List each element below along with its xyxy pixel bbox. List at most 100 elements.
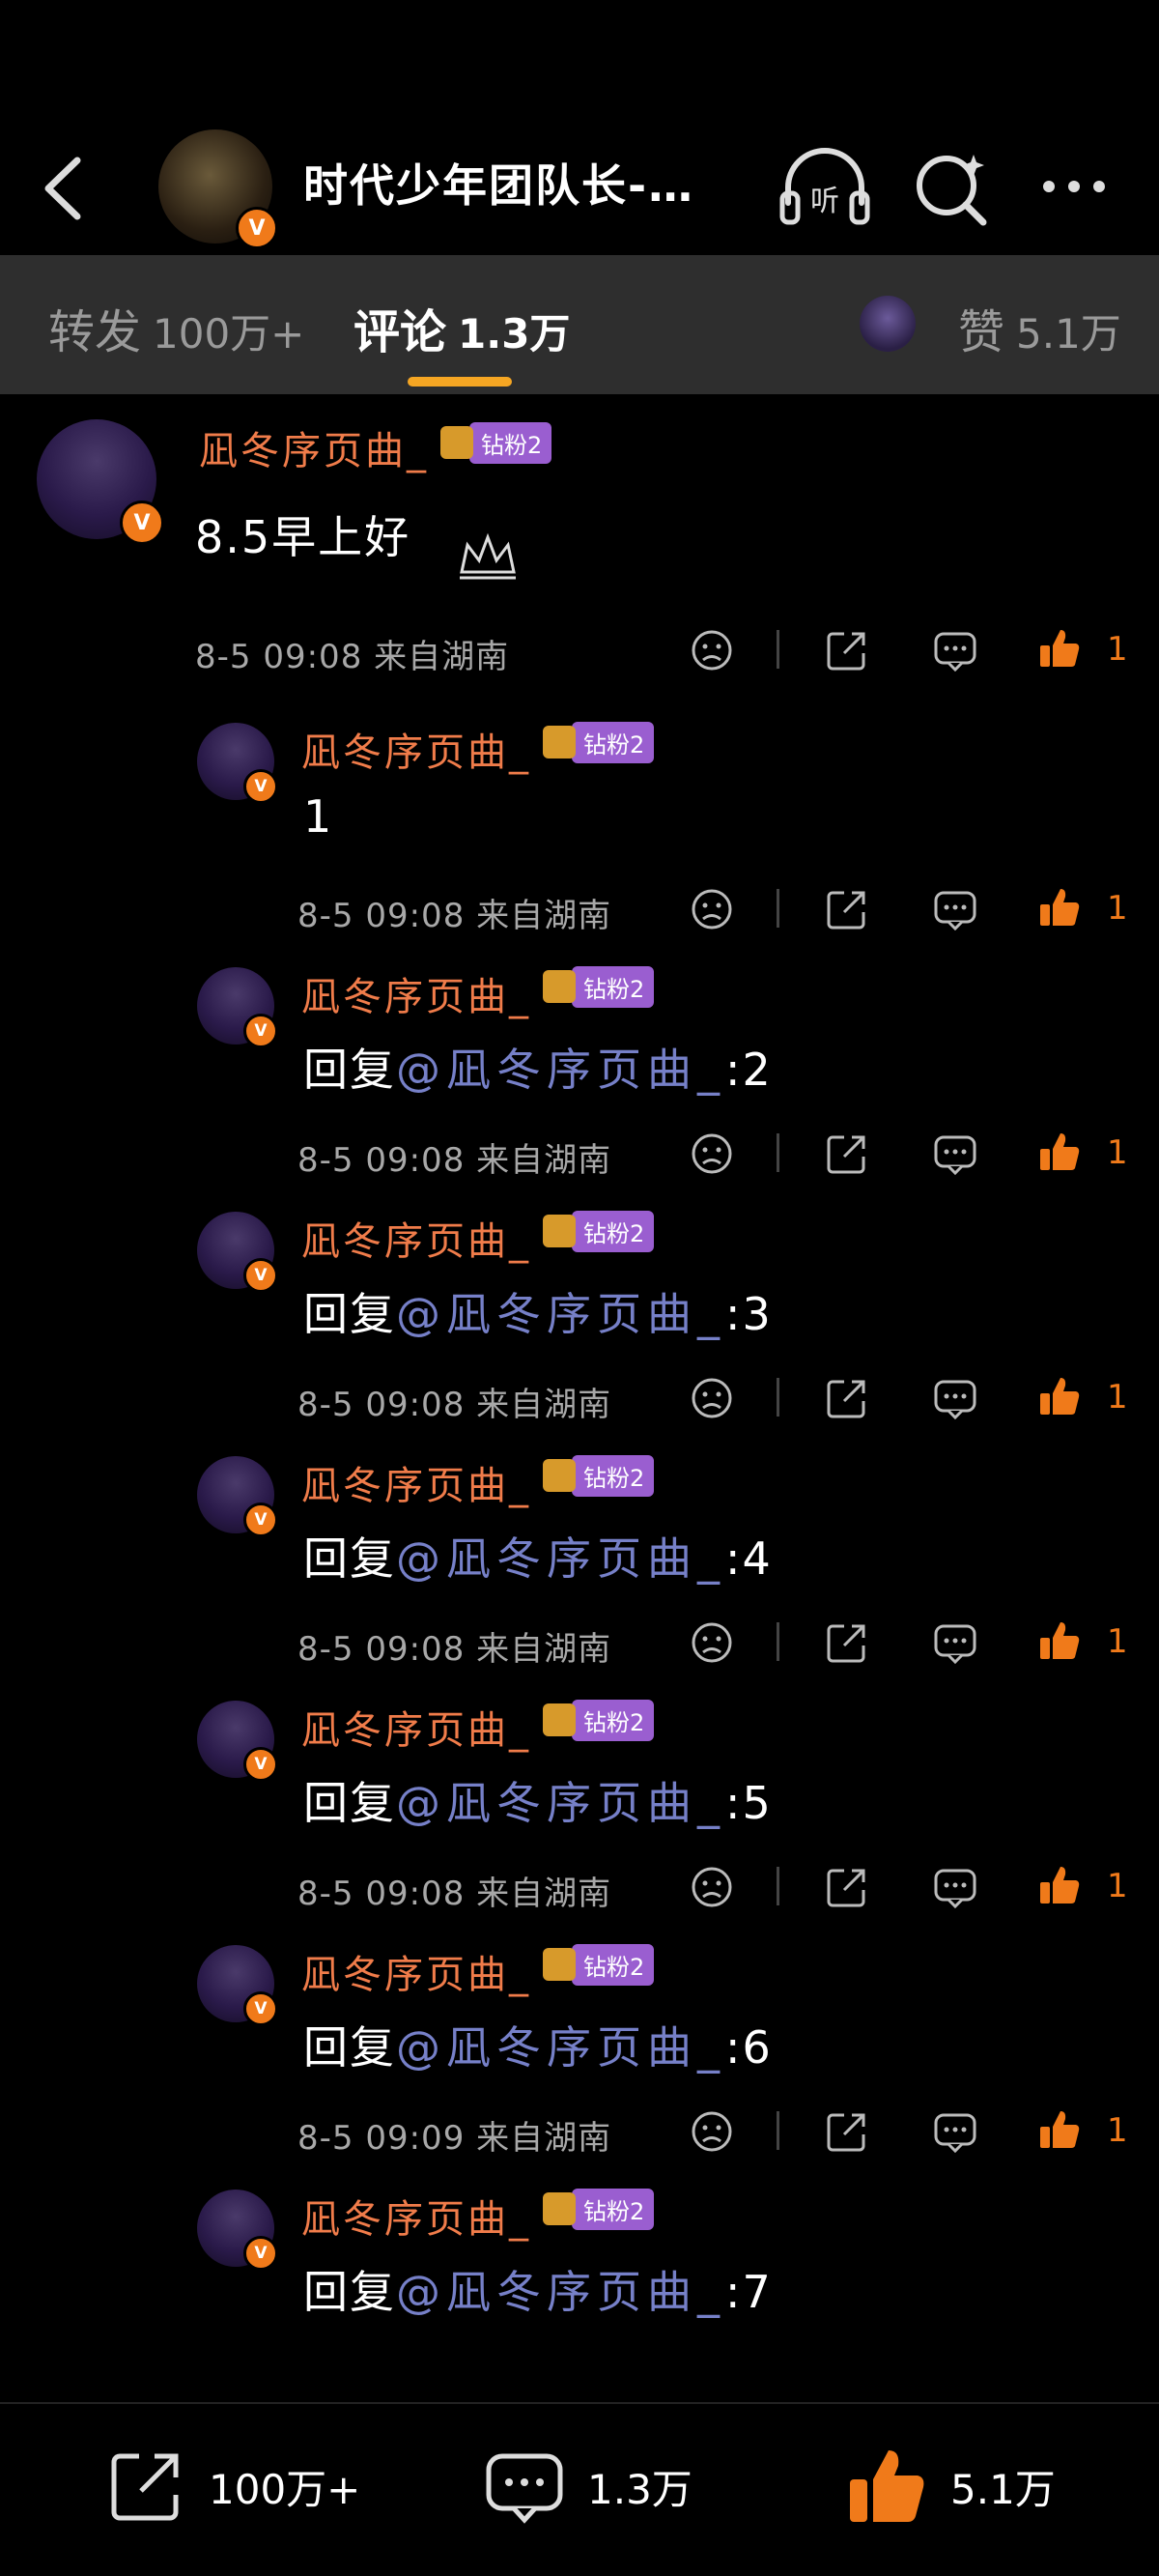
verified-badge-icon: V xyxy=(243,1991,278,2026)
comment-bubble-icon[interactable] xyxy=(933,1131,977,1176)
tab-like[interactable]: 赞 5.1万 xyxy=(958,294,1121,361)
reply-avatar[interactable]: V xyxy=(197,1212,278,1293)
reply-text: 回复@凪冬序页曲_:3 xyxy=(303,1279,773,1343)
thumbs-up-icon[interactable] xyxy=(1037,1863,1082,1907)
share-icon[interactable] xyxy=(825,1131,869,1176)
like-button[interactable]: 5.1万 xyxy=(846,2443,1056,2530)
reply-avatar[interactable]: V xyxy=(197,1701,278,1782)
tab-like-count: 5.1万 xyxy=(1016,310,1121,358)
comment-button[interactable]: 1.3万 xyxy=(483,2443,693,2530)
fan-badge-label: 钻粉2 xyxy=(572,1210,655,1252)
comment-bubble-icon[interactable] xyxy=(933,1376,977,1420)
commenter-avatar[interactable]: V xyxy=(37,419,164,545)
dislike-face-icon[interactable] xyxy=(690,1620,734,1665)
mention-link[interactable]: @凪冬序页曲_ xyxy=(396,2021,725,2074)
dislike-face-icon[interactable] xyxy=(690,1865,734,1909)
thumbs-up-icon[interactable] xyxy=(1037,626,1082,671)
reply-text: 回复@凪冬序页曲_:7 xyxy=(303,2257,773,2321)
dislike-face-icon[interactable] xyxy=(690,1131,734,1176)
comment-bubble-icon[interactable] xyxy=(933,1865,977,1909)
fan-badge[interactable]: 钻粉2 xyxy=(543,1210,655,1252)
comment-bubble-icon[interactable] xyxy=(933,887,977,931)
crown-icon xyxy=(440,426,473,459)
share-icon[interactable] xyxy=(825,1620,869,1665)
repost-button[interactable]: 100万+ xyxy=(104,2443,360,2530)
comment-bubble-icon xyxy=(486,2453,563,2524)
repost-icon xyxy=(111,2453,179,2521)
share-icon[interactable] xyxy=(825,628,869,673)
mention-link[interactable]: @凪冬序页曲_ xyxy=(396,2266,725,2318)
crown-icon xyxy=(543,726,576,758)
headphones-icon[interactable]: 听 xyxy=(778,145,871,228)
reply-username[interactable]: 凪冬序页曲_ xyxy=(301,1943,531,1999)
mention-link[interactable]: @凪冬序页曲_ xyxy=(396,1532,725,1585)
tab-comment[interactable]: 评论 1.3万 xyxy=(353,294,570,361)
reply-prefix: 回复 xyxy=(303,2021,396,2074)
dislike-face-icon[interactable] xyxy=(690,887,734,931)
mention-link[interactable]: @凪冬序页曲_ xyxy=(396,1777,725,1829)
thumbs-up-icon[interactable] xyxy=(1037,1130,1082,1174)
profile-avatar[interactable]: V xyxy=(158,129,278,249)
reply-username[interactable]: 凪冬序页曲_ xyxy=(301,1210,531,1266)
fan-badge-label: 钻粉2 xyxy=(572,721,655,763)
reply-avatar[interactable]: V xyxy=(197,967,278,1048)
reply-avatar[interactable]: V xyxy=(197,2190,278,2271)
share-icon[interactable] xyxy=(825,1376,869,1420)
dislike-face-icon[interactable] xyxy=(690,1376,734,1420)
dislike-face-icon[interactable] xyxy=(690,2109,734,2154)
share-icon[interactable] xyxy=(825,2109,869,2154)
bottom-action-bar: 100万+ 1.3万 5.1万 xyxy=(0,2402,1159,2576)
reply-avatar[interactable]: V xyxy=(197,1945,278,2026)
comment-bubble-icon[interactable] xyxy=(933,1620,977,1665)
liker-avatar[interactable] xyxy=(860,296,916,352)
verified-badge-icon: V xyxy=(120,501,164,545)
like-count: 1 xyxy=(1107,889,1128,928)
thumbs-up-icon xyxy=(850,2450,924,2522)
top-navigation-bar: V 时代少年团队长-… 听 xyxy=(0,0,1159,255)
mention-link[interactable]: @凪冬序页曲_ xyxy=(396,1288,725,1340)
fan-badge[interactable]: 钻粉2 xyxy=(543,1454,655,1497)
reply-meta: 8-5 09:09 来自湖南 xyxy=(297,2119,612,2158)
fan-badge[interactable]: 钻粉2 xyxy=(440,421,552,464)
like-count: 1 xyxy=(1107,1133,1128,1172)
search-icon[interactable] xyxy=(906,145,999,228)
comment-bubble-icon[interactable] xyxy=(933,628,977,673)
crown-sticker-icon xyxy=(460,532,516,580)
reply-avatar[interactable]: V xyxy=(197,1456,278,1537)
divider xyxy=(777,2111,779,2150)
more-icon[interactable] xyxy=(1030,145,1122,228)
thumbs-up-icon[interactable] xyxy=(1037,885,1082,930)
crown-icon xyxy=(543,1948,576,1981)
reply-username[interactable]: 凪冬序页曲_ xyxy=(301,1454,531,1510)
thumbs-up-icon[interactable] xyxy=(1037,2107,1082,2152)
reply-text: 回复@凪冬序页曲_:5 xyxy=(303,1768,773,1832)
reply-username[interactable]: 凪冬序页曲_ xyxy=(301,965,531,1021)
comment-bubble-icon[interactable] xyxy=(933,2109,977,2154)
crown-icon xyxy=(543,1459,576,1492)
like-count: 1 xyxy=(1107,2111,1128,2150)
share-icon[interactable] xyxy=(825,887,869,931)
fan-badge[interactable]: 钻粉2 xyxy=(543,721,655,763)
back-arrow-icon[interactable] xyxy=(37,155,95,222)
repost-count: 100万+ xyxy=(209,2465,361,2513)
tab-like-label: 赞 xyxy=(958,305,1005,359)
tab-repost[interactable]: 转发 100万+ xyxy=(48,294,304,361)
reply-text: 回复@凪冬序页曲_:2 xyxy=(303,1035,773,1099)
mention-link[interactable]: @凪冬序页曲_ xyxy=(396,1044,725,1096)
fan-badge[interactable]: 钻粉2 xyxy=(543,1943,655,1986)
thumbs-up-icon[interactable] xyxy=(1037,1374,1082,1418)
reply-username[interactable]: 凪冬序页曲_ xyxy=(301,721,531,777)
share-icon[interactable] xyxy=(825,1865,869,1909)
fan-badge[interactable]: 钻粉2 xyxy=(543,1699,655,1741)
reply-suffix: :7 xyxy=(725,2266,773,2318)
reply-avatar[interactable]: V xyxy=(197,723,278,804)
fan-badge[interactable]: 钻粉2 xyxy=(543,965,655,1008)
reply-username[interactable]: 凪冬序页曲_ xyxy=(301,2188,531,2244)
reply-username[interactable]: 凪冬序页曲_ xyxy=(301,1699,531,1755)
thumbs-up-icon[interactable] xyxy=(1037,1618,1082,1663)
fan-badge[interactable]: 钻粉2 xyxy=(543,2188,655,2230)
dislike-face-icon[interactable] xyxy=(690,628,734,673)
comment-username[interactable]: 凪冬序页曲_ xyxy=(199,419,429,475)
tab-comment-count: 1.3万 xyxy=(458,310,571,358)
page-title[interactable]: 时代少年团队长-… xyxy=(303,151,694,215)
